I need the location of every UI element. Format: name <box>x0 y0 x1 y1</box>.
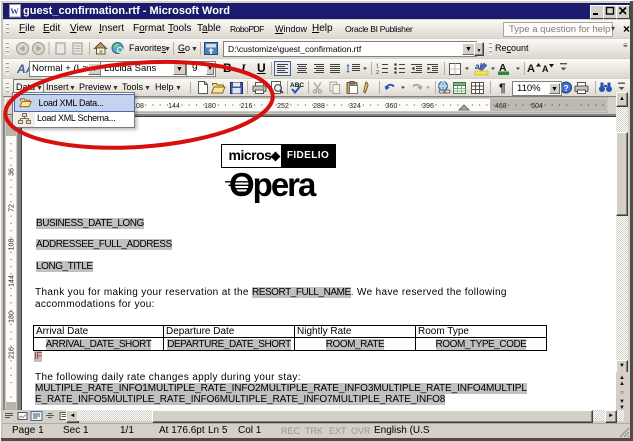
svg-text:W: W <box>10 6 19 16</box>
svg-text:72: 72 <box>9 204 16 212</box>
svg-text:288: 288 <box>313 103 325 110</box>
svg-text:144: 144 <box>168 103 180 110</box>
svg-text:216: 216 <box>9 347 16 359</box>
svg-text:180: 180 <box>204 103 216 110</box>
svg-text:A: A <box>542 64 549 74</box>
svg-text:360: 360 <box>386 103 398 110</box>
svg-text:108: 108 <box>9 239 16 251</box>
svg-text:216: 216 <box>241 103 253 110</box>
svg-text:180: 180 <box>9 311 16 323</box>
svg-text:144: 144 <box>9 275 16 287</box>
svg-text:252: 252 <box>277 103 289 110</box>
svg-text:504: 504 <box>531 103 543 110</box>
svg-text:396: 396 <box>422 103 434 110</box>
svg-text:1: 1 <box>376 64 379 70</box>
svg-text:2: 2 <box>376 70 379 76</box>
svg-text:¶: ¶ <box>499 81 506 95</box>
svg-text:324: 324 <box>349 103 361 110</box>
svg-text:36: 36 <box>9 168 16 176</box>
svg-text:A: A <box>527 63 535 75</box>
svg-text:468: 468 <box>495 103 507 110</box>
svg-text:ABC: ABC <box>290 82 304 89</box>
svg-text:?: ? <box>564 83 569 93</box>
